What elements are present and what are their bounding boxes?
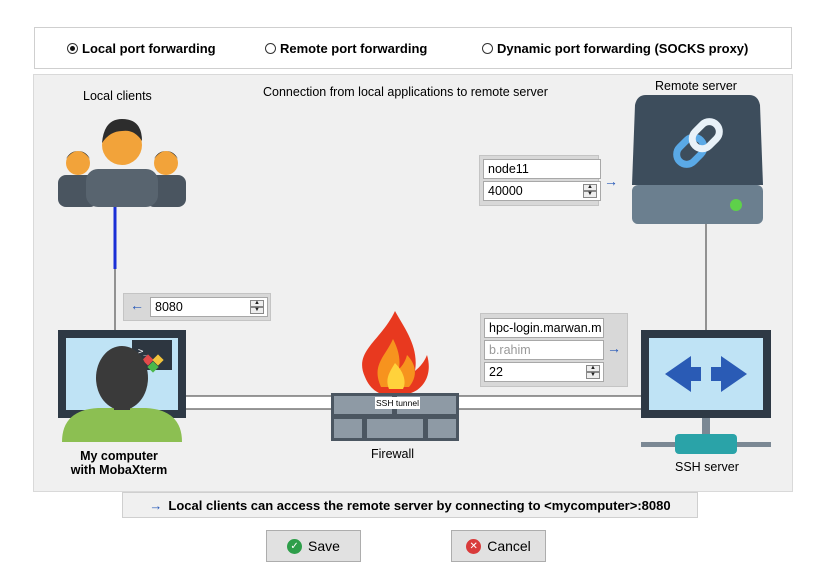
radio-dynamic-forwarding[interactable]: Dynamic port forwarding (SOCKS proxy) — [482, 41, 748, 56]
radio-local-label[interactable]: Local port forwarding — [82, 41, 216, 56]
ssh-user-input[interactable]: b.rahim — [484, 340, 604, 360]
ssh-port-spinner[interactable]: ▲ ▼ — [586, 365, 600, 379]
arrow-right-icon: → — [604, 173, 618, 189]
remote-port-value: 40000 — [488, 184, 523, 198]
cancel-icon: ✕ — [466, 538, 482, 554]
my-computer-label: My computer with MobaXterm — [55, 449, 183, 477]
connection-label: Connection from local applications to re… — [263, 85, 548, 99]
my-computer-line1: My computer — [80, 449, 158, 463]
ssh-server-icon — [641, 330, 771, 454]
server-link-icon — [632, 95, 763, 224]
ssh-port-value: 22 — [489, 365, 503, 379]
save-button[interactable]: ✓ Save — [266, 530, 361, 562]
radio-remote-forwarding[interactable]: Remote port forwarding — [265, 41, 427, 56]
ssh-server-group: hpc-login.marwan.m b.rahim 22 ▲ ▼ — [480, 313, 628, 387]
remote-host-group: node11 40000 ▲ ▼ — [479, 155, 601, 206]
ssh-server-label: SSH server — [675, 460, 739, 474]
firewall-label: Firewall — [371, 447, 415, 461]
local-port-group: ← 8080 ▲ ▼ — [123, 293, 271, 321]
local-port-input[interactable]: 8080 ▲ ▼ — [150, 297, 268, 317]
ssh-server-input[interactable]: hpc-login.marwan.m — [484, 318, 604, 338]
local-clients-label: Local clients — [83, 89, 152, 103]
arrow-left-icon: ← — [130, 297, 144, 313]
radio-remote-label[interactable]: Remote port forwarding — [280, 41, 427, 56]
arrow-right-icon: → — [149, 497, 163, 513]
remote-server-label: Remote server — [655, 79, 737, 93]
radio-dynamic-label[interactable]: Dynamic port forwarding (SOCKS proxy) — [497, 41, 748, 56]
radio-dot-selected[interactable] — [67, 43, 78, 54]
local-port-value: 8080 — [155, 300, 183, 314]
remote-port-input[interactable]: 40000 ▲ ▼ — [483, 181, 601, 201]
firewall-icon — [331, 311, 459, 441]
arrow-right-icon: → — [607, 340, 621, 356]
remote-port-spinner[interactable]: ▲ ▼ — [583, 184, 597, 198]
cancel-button[interactable]: ✕ Cancel — [451, 530, 546, 562]
ssh-port-input[interactable]: 22 ▲ ▼ — [484, 362, 604, 382]
radio-dot[interactable] — [265, 43, 276, 54]
radio-local-forwarding[interactable]: Local port forwarding — [67, 41, 216, 56]
local-port-spinner[interactable]: ▲ ▼ — [250, 300, 264, 314]
forwarding-mode-bar: Local port forwarding Remote port forwar… — [34, 27, 792, 69]
check-icon: ✓ — [287, 538, 303, 554]
radio-dot[interactable] — [482, 43, 493, 54]
my-computer-line2: with MobaXterm — [70, 463, 168, 477]
remote-host-input[interactable]: node11 — [483, 159, 601, 179]
summary-text: Local clients can access the remote serv… — [168, 497, 671, 513]
diagram-panel: Local clients Connection from local appl… — [33, 74, 793, 492]
summary-bar: → Local clients can access the remote se… — [122, 492, 698, 518]
ssh-tunnel-label: SSH tunnel — [375, 397, 420, 409]
computer-user-icon: >_ — [58, 330, 186, 442]
users-icon — [58, 119, 186, 207]
cancel-label: Cancel — [487, 538, 531, 554]
save-label: Save — [308, 538, 340, 554]
